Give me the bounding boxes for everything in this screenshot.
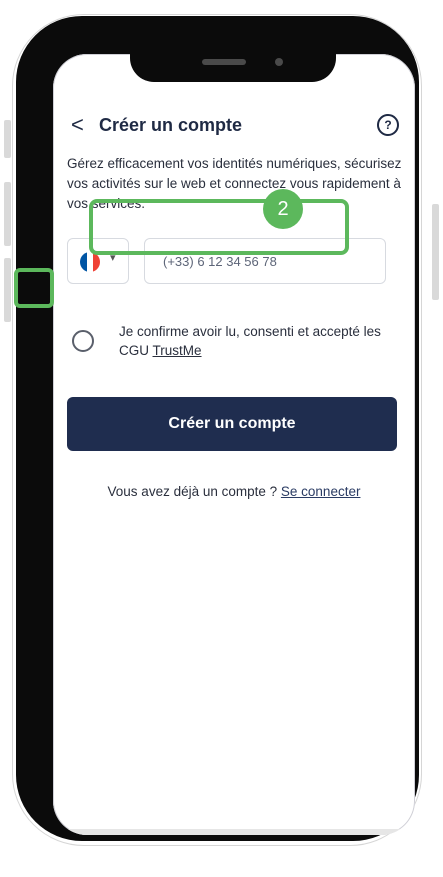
country-selector[interactable]: ▾ xyxy=(67,238,129,284)
phone-side-button xyxy=(4,182,11,246)
speaker-grille xyxy=(202,59,246,65)
page-title: Créer un compte xyxy=(99,115,243,135)
consent-text: Je confirme avoir lu, consenti et accept… xyxy=(119,322,389,360)
phone-notch xyxy=(130,32,336,82)
front-camera xyxy=(275,58,283,66)
phone-screen: < Créer un compte ? Gérez efficacement v… xyxy=(53,54,415,835)
phone-side-button xyxy=(4,120,11,158)
consent-row: Je confirme avoir lu, consenti et accept… xyxy=(67,320,397,364)
login-link[interactable]: Se connecter xyxy=(281,484,361,499)
flag-stripe xyxy=(93,252,100,272)
phone-number-row: ▾ xyxy=(67,236,397,290)
back-chevron-icon[interactable]: < xyxy=(71,112,84,138)
intro-description: Gérez efficacement vos identités numériq… xyxy=(67,156,402,211)
phone-number-input[interactable] xyxy=(144,238,386,284)
phone-side-button xyxy=(4,258,11,322)
france-flag-icon xyxy=(80,252,100,272)
flag-stripe xyxy=(80,252,87,272)
phone-side-button xyxy=(432,204,439,300)
login-text: Vous avez déjà un compte ? xyxy=(107,484,281,499)
login-prompt: Vous avez déjà un compte ? Se connecter xyxy=(53,484,415,499)
consent-radio[interactable] xyxy=(72,330,94,352)
create-account-button[interactable]: Créer un compte xyxy=(67,397,397,451)
home-indicator-bar xyxy=(53,829,415,835)
app-header: < Créer un compte ? xyxy=(71,112,401,138)
step-number-badge: 2 xyxy=(263,189,303,229)
cgu-link[interactable]: TrustMe xyxy=(153,343,202,358)
chevron-down-icon: ▾ xyxy=(110,252,116,264)
help-icon[interactable]: ? xyxy=(377,114,399,136)
phone-body: < Créer un compte ? Gérez efficacement v… xyxy=(16,16,419,841)
flag-stripe xyxy=(86,252,94,272)
